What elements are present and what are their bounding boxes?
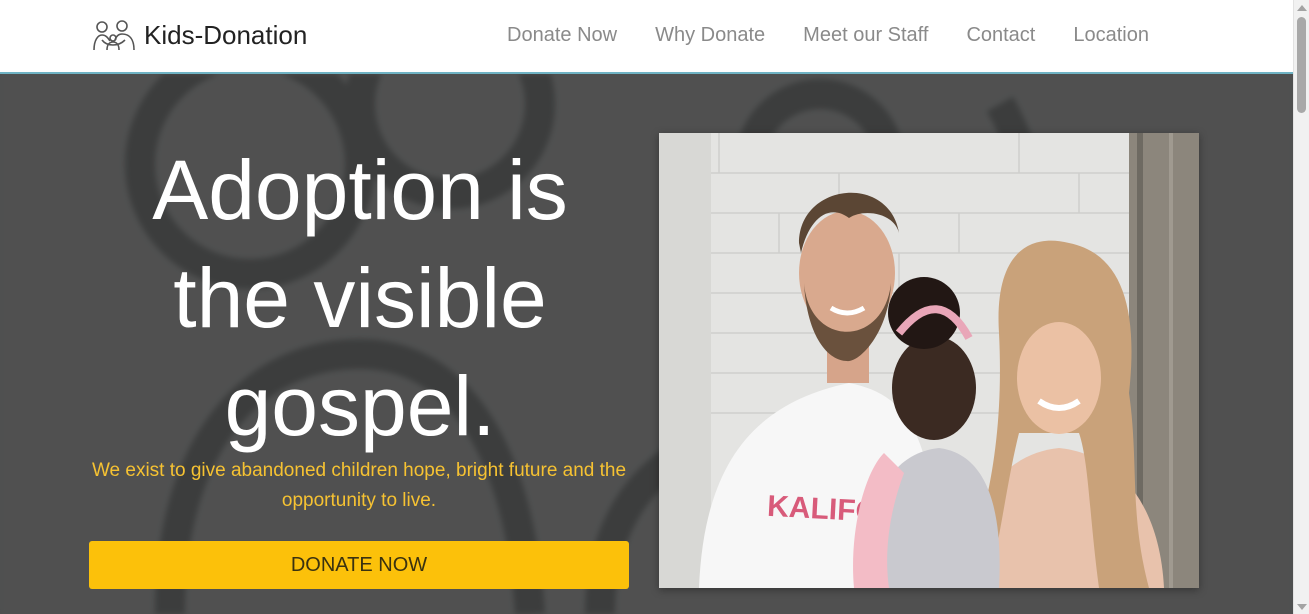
family-photo: KALIFORN — [659, 133, 1199, 588]
hero-title-line-2: the visible — [173, 251, 547, 345]
hero-subtitle: We exist to give abandoned children hope… — [91, 460, 627, 511]
hero-title-line-3: gospel. — [224, 359, 496, 453]
nav-why-donate[interactable]: Why Donate — [636, 24, 784, 47]
family-icon — [93, 20, 135, 51]
brand-logo-link[interactable]: Kids-Donation — [92, 18, 307, 52]
nav-contact[interactable]: Contact — [947, 24, 1054, 47]
hero-section: Adoption is the visible gospel. We exist… — [0, 74, 1293, 614]
nav-donate-now[interactable]: Donate Now — [488, 24, 636, 47]
scroll-up-arrow-icon[interactable] — [1297, 5, 1307, 11]
vertical-scrollbar[interactable] — [1293, 0, 1309, 614]
navbar: Kids-Donation Donate Now Why Donate Meet… — [0, 0, 1293, 74]
hero-title-line-1: Adoption is — [152, 143, 568, 237]
family-photo-illustration: KALIFORN — [659, 133, 1199, 588]
scrollbar-thumb[interactable] — [1297, 17, 1306, 113]
donate-now-button[interactable]: DONATE NOW — [89, 541, 629, 589]
brand-name: Kids-Donation — [144, 19, 308, 50]
hero-title: Adoption is the visible gospel. — [90, 136, 630, 460]
scroll-down-arrow-icon[interactable] — [1297, 604, 1307, 610]
nav-links: Donate Now Why Donate Meet our Staff Con… — [488, 24, 1168, 47]
nav-meet-our-staff[interactable]: Meet our Staff — [784, 24, 947, 47]
nav-location[interactable]: Location — [1054, 24, 1168, 47]
